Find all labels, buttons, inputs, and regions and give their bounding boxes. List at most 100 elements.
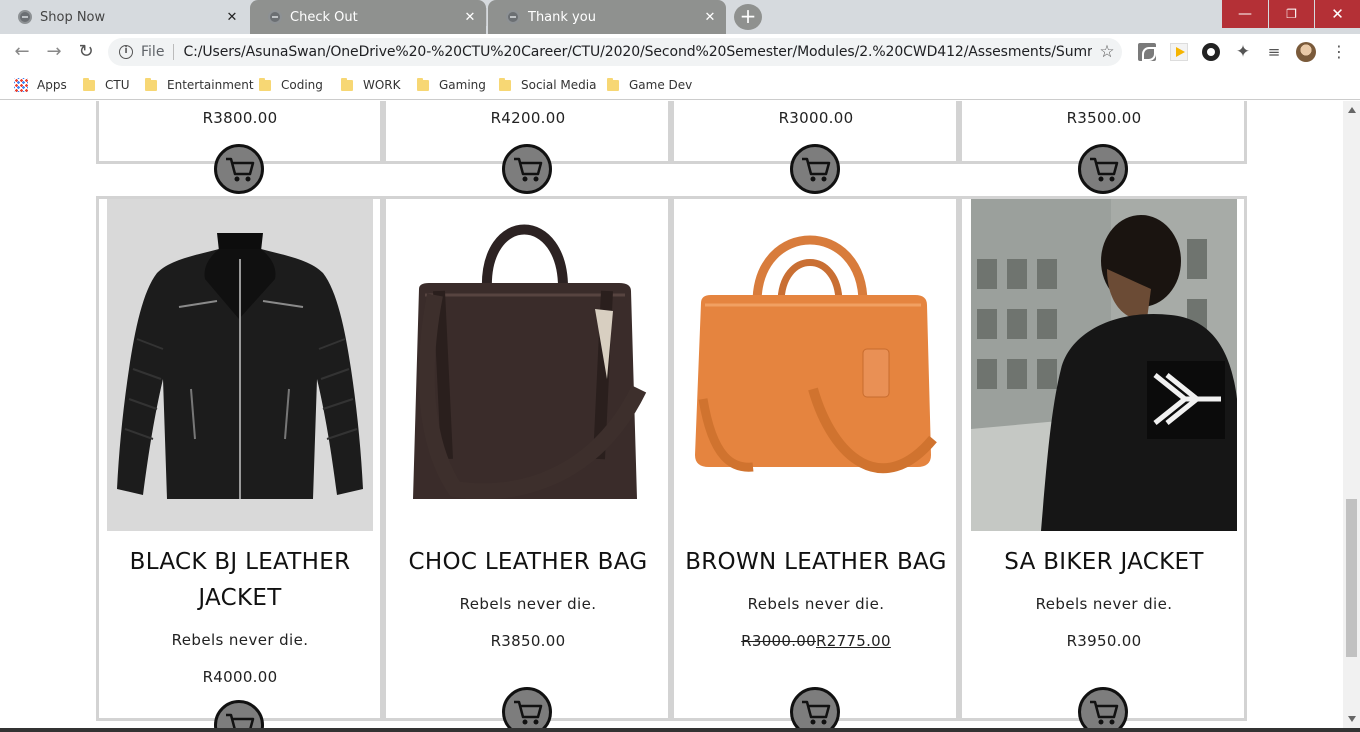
- cart-icon: [1090, 157, 1119, 182]
- bookmark-label: Coding: [281, 78, 323, 92]
- info-icon[interactable]: i: [119, 45, 133, 59]
- reload-button[interactable]: ↻: [74, 40, 98, 64]
- bookmark-entertainment[interactable]: Entertainment: [145, 76, 254, 94]
- forward-button[interactable]: →: [42, 40, 66, 64]
- scroll-up-arrow-icon[interactable]: [1348, 107, 1356, 113]
- folder-icon: [259, 77, 271, 91]
- cart-icon: [1090, 700, 1119, 725]
- tan-leather-bag-photo[interactable]: [683, 199, 949, 531]
- cart-icon: [514, 157, 543, 182]
- globe-icon: [268, 10, 282, 24]
- new-tab-button[interactable]: +: [734, 4, 762, 30]
- bookmark-gaming[interactable]: Gaming: [417, 76, 486, 94]
- product-price-group: R3000.00R2775.00: [675, 632, 957, 650]
- play-extension-icon[interactable]: [1170, 43, 1188, 61]
- folder-icon: [607, 77, 619, 91]
- media-control-icon[interactable]: ≡: [1265, 43, 1283, 61]
- add-to-cart-button[interactable]: [1078, 144, 1128, 194]
- product-card: SA BIKER JACKET Rebels never die. R3950.…: [963, 199, 1245, 718]
- globe-icon: [506, 10, 520, 24]
- globe-icon: [18, 10, 32, 24]
- star-icon[interactable]: ☆: [1092, 42, 1122, 62]
- add-to-cart-button[interactable]: [790, 144, 840, 194]
- bookmark-label: Entertainment: [167, 78, 254, 92]
- apps-icon: [14, 78, 28, 92]
- tab-close-button[interactable]: ✕: [222, 10, 242, 25]
- taskbar-edge: [0, 728, 1360, 732]
- bookmark-label: Apps: [37, 78, 67, 92]
- add-to-cart-button[interactable]: [502, 144, 552, 194]
- address-bar[interactable]: i File C:/Users/AsunaSwan/OneDrive%20-%2…: [108, 38, 1122, 66]
- cart-icon: [802, 700, 831, 725]
- puzzle-icon[interactable]: ✦: [1234, 43, 1252, 61]
- product-description: Rebels never die.: [747, 595, 885, 613]
- product-sale-price: R2775.00: [816, 632, 891, 650]
- scrollbar-thumb[interactable]: [1346, 499, 1357, 657]
- window-close-button[interactable]: ✕: [1315, 0, 1360, 28]
- tab-thank-you[interactable]: Thank you ✕: [488, 0, 726, 34]
- product-name: CHOC LEATHER BAG: [408, 549, 648, 575]
- url-text[interactable]: C:/Users/AsunaSwan/OneDrive%20-%20CTU%20…: [183, 44, 1092, 60]
- bookmark-coding[interactable]: Coding: [259, 76, 323, 94]
- add-to-cart-button[interactable]: [214, 144, 264, 194]
- product-name: SA BIKER JACKET: [1004, 549, 1204, 575]
- product-price: R3850.00: [490, 632, 566, 650]
- cart-icon: [226, 157, 255, 182]
- black-leather-jacket-photo[interactable]: [107, 199, 373, 531]
- menu-icon[interactable]: ⋮: [1330, 43, 1348, 61]
- product-price: R4000.00: [202, 668, 278, 686]
- tab-close-button[interactable]: ✕: [700, 10, 720, 25]
- product-card: BROWN LEATHER BAG Rebels never die. R300…: [675, 199, 957, 718]
- brown-leather-bag-photo[interactable]: [395, 199, 661, 531]
- bookmark-apps[interactable]: Apps: [14, 76, 67, 94]
- product-price: R3500.00: [1066, 109, 1142, 127]
- tab-title: Shop Now: [40, 9, 106, 25]
- folder-icon: [83, 77, 95, 91]
- cart-icon: [514, 700, 543, 725]
- product-price: R4200.00: [490, 109, 566, 127]
- minimize-button[interactable]: —: [1222, 0, 1268, 28]
- tab-title: Thank you: [528, 9, 596, 25]
- tab-check-out[interactable]: Check Out ✕: [250, 0, 486, 34]
- product-description: Rebels never die.: [459, 595, 597, 613]
- page-viewport: R3800.00 R4200.00 R3000.00 R3500.00 BLAC…: [0, 101, 1343, 728]
- bookmark-label: Game Dev: [629, 78, 693, 92]
- product-name: BLACK BJ LEATHER JACKET: [129, 549, 351, 611]
- tab-separator: [486, 8, 487, 26]
- browser-toolbar: ← → ↻ i File C:/Users/AsunaSwan/OneDrive…: [0, 34, 1360, 70]
- profile-avatar[interactable]: [1296, 42, 1316, 62]
- restore-button[interactable]: ❐: [1269, 0, 1314, 28]
- scheme-label: File: [141, 44, 165, 60]
- folder-icon: [417, 77, 429, 91]
- product-card: CHOC LEATHER BAG Rebels never die. R3850…: [387, 199, 669, 718]
- folder-icon: [145, 77, 157, 91]
- tab-title: Check Out: [290, 9, 358, 25]
- product-description: Rebels never die.: [1035, 595, 1173, 613]
- tab-shop-now[interactable]: Shop Now ✕: [0, 0, 248, 34]
- soccer-ball-extension-icon[interactable]: [1202, 43, 1220, 61]
- bookmark-label: Social Media: [521, 78, 597, 92]
- pdf-extension-icon[interactable]: [1138, 43, 1156, 61]
- product-price: R3000.00: [778, 109, 854, 127]
- bookmark-ctu[interactable]: CTU: [83, 76, 130, 94]
- bookmark-work[interactable]: WORK: [341, 76, 401, 94]
- cart-icon: [226, 713, 255, 728]
- bookmarks-bar: Apps CTU Entertainment Coding WORK Gamin…: [0, 70, 1360, 100]
- product-card: BLACK BJ LEATHER JACKET Rebels never die…: [99, 199, 381, 718]
- man-in-biker-jacket-photo[interactable]: [971, 199, 1237, 531]
- back-button[interactable]: ←: [10, 40, 34, 64]
- bookmark-label: WORK: [363, 78, 401, 92]
- tab-strip: Shop Now ✕ Check Out ✕ Thank you ✕ + — ❐…: [0, 0, 1360, 34]
- product-price: R3800.00: [202, 109, 278, 127]
- bookmark-label: Gaming: [439, 78, 486, 92]
- vertical-scrollbar[interactable]: [1343, 101, 1360, 728]
- bookmark-game-dev[interactable]: Game Dev: [607, 76, 692, 94]
- product-price: R3950.00: [1066, 632, 1142, 650]
- tab-close-button[interactable]: ✕: [460, 10, 480, 25]
- bookmark-label: CTU: [105, 78, 130, 92]
- scroll-down-arrow-icon[interactable]: [1348, 716, 1356, 722]
- product-description: Rebels never die.: [171, 631, 309, 649]
- bookmark-social-media[interactable]: Social Media: [499, 76, 596, 94]
- cart-icon: [802, 157, 831, 182]
- omnibox-divider: [173, 44, 175, 60]
